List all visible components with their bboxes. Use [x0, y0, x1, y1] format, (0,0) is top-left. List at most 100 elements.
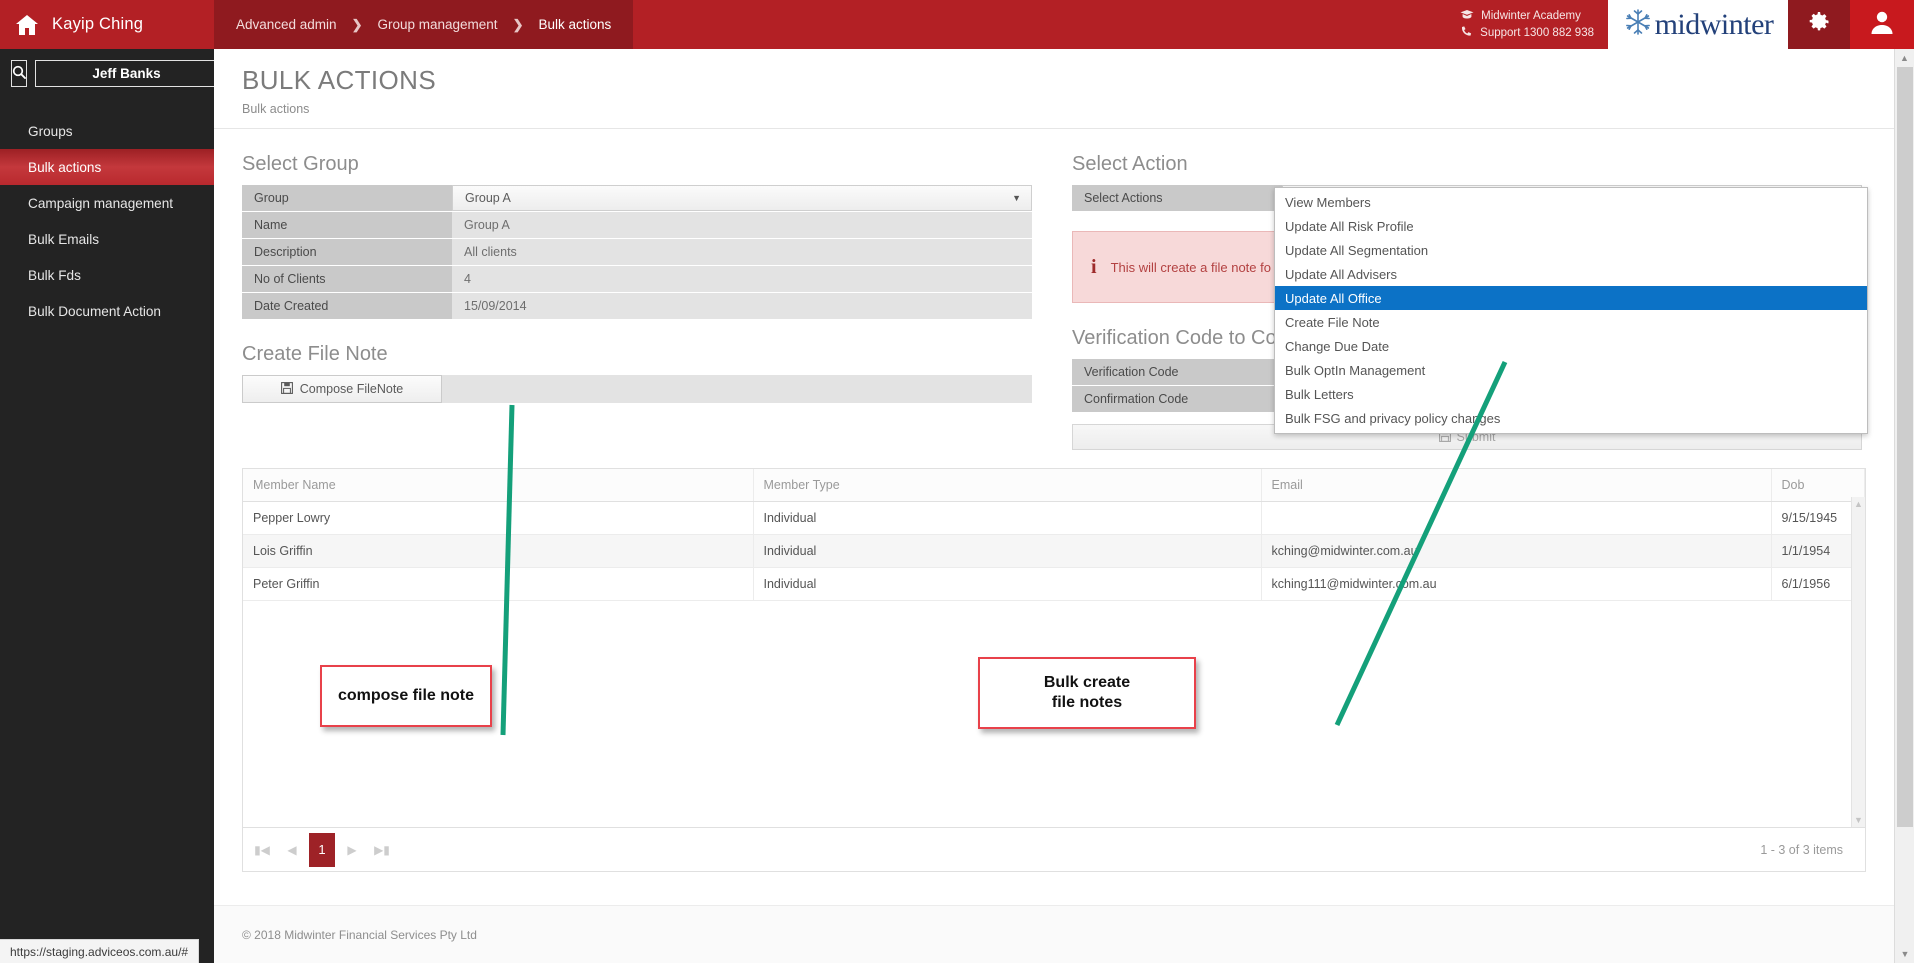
info-alert-text: This will create a file note fo — [1110, 259, 1271, 275]
cell-member-type: Individual — [753, 567, 1262, 601]
breadcrumb-item-group-management[interactable]: Group management — [377, 17, 497, 32]
content-area: Select Group Group Group A ▼ Name Group … — [214, 129, 1894, 872]
scroll-up-icon[interactable]: ▲ — [1854, 499, 1863, 509]
group-name-row: Name Group A — [242, 212, 1032, 238]
option-bulk-letters[interactable]: Bulk Letters — [1275, 382, 1867, 406]
scrollbar-thumb[interactable] — [1897, 67, 1913, 827]
next-page-icon[interactable]: ▶ — [339, 835, 365, 865]
save-disk-icon — [280, 381, 293, 397]
prev-page-icon[interactable]: ◀ — [279, 835, 305, 865]
sidebar-item-groups[interactable]: Groups — [0, 113, 214, 149]
group-select[interactable]: Group A ▼ — [452, 185, 1032, 211]
select-action-heading: Select Action — [1072, 153, 1188, 175]
group-date-row: Date Created 15/09/2014 — [242, 293, 1032, 319]
scroll-down-icon[interactable]: ▼ — [1895, 945, 1914, 963]
sidebar-item-bulk-actions[interactable]: Bulk actions — [0, 149, 214, 185]
table-row[interactable]: Pepper Lowry Individual 9/15/1945 — [243, 501, 1865, 535]
search-button[interactable] — [11, 60, 27, 87]
date-created-label: Date Created — [242, 293, 452, 319]
option-update-all-advisers[interactable]: Update All Advisers — [1275, 262, 1867, 286]
option-update-all-segmentation[interactable]: Update All Segmentation — [1275, 238, 1867, 262]
column-header-member-type[interactable]: Member Type — [753, 469, 1262, 502]
page-number-1[interactable]: 1 — [309, 832, 335, 867]
breadcrumb-item-bulk-actions[interactable]: Bulk actions — [538, 17, 611, 32]
option-view-members[interactable]: View Members — [1275, 190, 1867, 214]
footer: © 2018 Midwinter Financial Services Pty … — [214, 905, 1894, 963]
members-table: Member Name Member Type Email Dob Pepper… — [242, 468, 1866, 828]
option-label: Change Due Date — [1285, 338, 1390, 354]
sidebar-item-campaign-management[interactable]: Campaign management — [0, 185, 214, 221]
name-label: Name — [242, 212, 452, 238]
no-of-clients-label: No of Clients — [242, 266, 452, 292]
create-file-note-heading: Create File Note — [242, 343, 388, 365]
column-header-email[interactable]: Email — [1261, 469, 1772, 502]
user-menu-button[interactable] — [1850, 0, 1914, 49]
last-page-icon[interactable]: ▶▮ — [369, 835, 395, 865]
table-header-row: Member Name Member Type Email Dob — [243, 469, 1865, 502]
right-column: Select Action Select Actions Create File… — [1072, 129, 1868, 450]
option-create-file-note[interactable]: Create File Note — [1275, 310, 1867, 334]
brand-home[interactable]: Kayip Ching — [0, 0, 214, 49]
pagination-controls: ▮◀ ◀ 1 ▶ ▶▮ — [249, 832, 395, 867]
academy-label: Midwinter Academy — [1481, 9, 1581, 22]
logo-text: midwinter — [1654, 7, 1774, 41]
group-select-row: Group Group A ▼ — [242, 185, 1032, 211]
select-actions-option-list[interactable]: View Members Update All Risk Profile Upd… — [1274, 187, 1868, 434]
compose-filenote-button[interactable]: Compose FileNote — [242, 375, 442, 403]
midwinter-logo[interactable]: midwinter — [1608, 0, 1788, 49]
support-phone[interactable]: Support 1300 882 938 — [1460, 25, 1594, 41]
option-label: Update All Advisers — [1285, 266, 1398, 282]
chevron-right-icon: ❯ — [351, 16, 363, 32]
option-bulk-optin-management[interactable]: Bulk OptIn Management — [1275, 358, 1867, 382]
option-update-all-office[interactable]: Update All Office — [1275, 286, 1867, 310]
sidebar-item-label: Bulk Document Action — [28, 303, 161, 319]
academy-link[interactable]: Midwinter Academy — [1460, 9, 1581, 23]
sidebar-item-bulk-emails[interactable]: Bulk Emails — [0, 221, 214, 257]
two-column-layout: Select Group Group Group A ▼ Name Group … — [242, 129, 1868, 450]
search-input[interactable] — [35, 60, 218, 87]
cell-member-type: Individual — [753, 534, 1262, 568]
phone-icon — [1460, 25, 1473, 41]
cell-member-name: Pepper Lowry — [243, 501, 754, 535]
table-scrollbar[interactable]: ▲ ▼ — [1851, 497, 1865, 827]
compose-bar: Compose FileNote — [242, 375, 1032, 403]
table-row[interactable]: Lois Griffin Individual kching@midwinter… — [243, 534, 1865, 568]
column-header-member-name[interactable]: Member Name — [243, 469, 754, 502]
sidebar-menu: Groups Bulk actions Campaign management … — [0, 113, 214, 329]
option-label: Update All Office — [1285, 290, 1382, 306]
sidebar-item-label: Groups — [28, 123, 73, 139]
first-page-icon[interactable]: ▮◀ — [249, 835, 275, 865]
name-value: Group A — [452, 212, 1032, 238]
no-of-clients-value: 4 — [452, 266, 1032, 292]
cell-email — [1261, 501, 1772, 535]
option-label: View Members — [1285, 194, 1371, 210]
search-icon — [12, 65, 26, 82]
pagination-info: 1 - 3 of 3 items — [1760, 842, 1843, 857]
table-row[interactable]: Peter Griffin Individual kching111@midwi… — [243, 567, 1865, 601]
settings-button[interactable] — [1788, 0, 1850, 49]
support-label: Support 1300 882 938 — [1480, 27, 1594, 39]
breadcrumb-item-advanced-admin[interactable]: Advanced admin — [236, 17, 337, 32]
cell-email: kching@midwinter.com.au — [1261, 534, 1772, 568]
window-scrollbar[interactable]: ▲ ▼ — [1894, 49, 1914, 963]
main-content: BULK ACTIONS Bulk actions Select Group G… — [214, 49, 1894, 963]
option-bulk-fsg-privacy[interactable]: Bulk FSG and privacy policy changes — [1275, 406, 1867, 430]
option-label: Bulk OptIn Management — [1285, 362, 1426, 378]
breadcrumb: Advanced admin ❯ Group management ❯ Bulk… — [214, 0, 634, 49]
option-change-due-date[interactable]: Change Due Date — [1275, 334, 1867, 358]
status-bar-url-text: https://staging.adviceos.com.au/# — [10, 944, 189, 959]
scroll-up-icon[interactable]: ▲ — [1895, 49, 1914, 67]
sidebar-item-bulk-fds[interactable]: Bulk Fds — [0, 257, 214, 293]
sidebar-item-bulk-document-action[interactable]: Bulk Document Action — [0, 293, 214, 329]
scroll-down-icon[interactable]: ▼ — [1854, 815, 1863, 825]
select-actions-label: Select Actions — [1072, 185, 1282, 211]
sidebar-item-label: Bulk Fds — [28, 267, 81, 283]
home-icon — [14, 13, 40, 37]
cell-member-type: Individual — [753, 501, 1262, 535]
verification-code-label: Verification Code — [1072, 359, 1282, 385]
snowflake-icon — [1623, 7, 1653, 42]
group-label: Group — [242, 185, 452, 211]
option-update-all-risk-profile[interactable]: Update All Risk Profile — [1275, 214, 1867, 238]
description-value: All clients — [452, 239, 1032, 265]
sidebar-item-label: Campaign management — [28, 195, 174, 211]
